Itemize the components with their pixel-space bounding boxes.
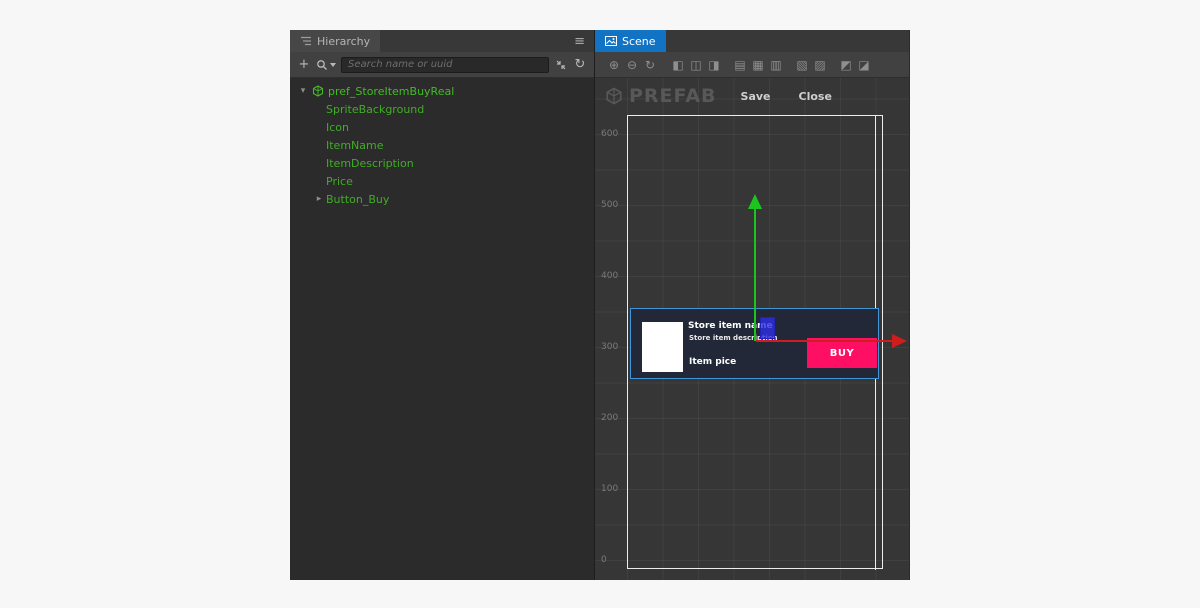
align-vertical-center-icon[interactable]: ▦	[749, 58, 767, 72]
scene-toolbar: ⊕ ⊖ ↻ ◧ ◫ ◨ ▤ ▦ ▥ ▧ ▨ ◩ ◪	[595, 52, 909, 78]
gizmo-x-arrowhead[interactable]	[892, 334, 907, 348]
tree-row-itemname[interactable]: ItemName	[290, 136, 594, 154]
collapse-all-icon[interactable]	[554, 59, 568, 71]
ruler-label: 300	[601, 342, 619, 352]
gizmo-y-arrowhead[interactable]	[748, 194, 762, 209]
hierarchy-tree: ▾ pref_StoreItemBuyReal SpriteBackground…	[290, 78, 594, 580]
hierarchy-panel: Hierarchy ≡ + ↻ ▾	[290, 30, 595, 580]
tree-row-spritebackground[interactable]: SpriteBackground	[290, 100, 594, 118]
ruler-label: 400	[601, 271, 619, 281]
buy-button[interactable]: BUY	[807, 338, 877, 368]
hierarchy-icon	[301, 36, 311, 46]
tree-row-button-buy[interactable]: ▸ Button_Buy	[290, 190, 594, 208]
tree-root-label: pref_StoreItemBuyReal	[328, 84, 455, 98]
tree-node-label: ItemName	[326, 138, 384, 152]
caret-right-icon[interactable]: ▸	[314, 194, 324, 204]
stretch-vertical-icon[interactable]: ◪	[855, 58, 873, 72]
tree-node-label: Price	[326, 174, 353, 188]
scene-tabbar: Scene	[595, 30, 909, 52]
scene-panel: Scene ⊕ ⊖ ↻ ◧ ◫ ◨ ▤ ▦ ▥ ▧ ▨ ◩ ◪ PREFAB S…	[595, 30, 909, 580]
distribute-horizontal-icon[interactable]: ▧	[793, 58, 811, 72]
tree-row-root[interactable]: ▾ pref_StoreItemBuyReal	[290, 82, 594, 100]
collapse-arrows-icon	[556, 60, 566, 69]
hierarchy-toolbar: + ↻	[290, 52, 594, 78]
zoom-out-icon[interactable]: ⊖	[623, 58, 641, 72]
chevron-down-icon	[330, 62, 336, 67]
ruler-label: 100	[601, 484, 619, 494]
create-node-button[interactable]: +	[297, 57, 311, 72]
tree-row-price[interactable]: Price	[290, 172, 594, 190]
hierarchy-tabbar: Hierarchy ≡	[290, 30, 594, 52]
tab-hierarchy[interactable]: Hierarchy	[290, 30, 381, 52]
gizmo-y-axis[interactable]	[754, 209, 756, 341]
reset-view-icon[interactable]: ↻	[641, 58, 659, 72]
distribute-vertical-icon[interactable]: ▨	[811, 58, 829, 72]
tree-row-itemdescription[interactable]: ItemDescription	[290, 154, 594, 172]
align-right-icon[interactable]: ◨	[705, 58, 723, 72]
tree-node-label: SpriteBackground	[326, 102, 425, 116]
tree-node-label: Icon	[326, 120, 349, 134]
gizmo-origin-handle[interactable]	[760, 317, 775, 339]
prefab-icon	[312, 85, 324, 97]
gizmo-x-axis[interactable]	[756, 340, 892, 342]
close-button[interactable]: Close	[793, 89, 838, 104]
tree-node-label: ItemDescription	[326, 156, 414, 170]
tree-row-icon[interactable]: Icon	[290, 118, 594, 136]
tree-node-label: Button_Buy	[326, 192, 390, 206]
prefab-mode-header: PREFAB Save Close	[605, 85, 838, 107]
ruler-label: 0	[601, 555, 607, 565]
align-bottom-icon[interactable]: ▥	[767, 58, 785, 72]
panel-menu-icon[interactable]: ≡	[565, 30, 594, 52]
tab-scene[interactable]: Scene	[595, 30, 666, 52]
search-icon	[317, 59, 327, 70]
item-price-text: Item pice	[689, 357, 737, 367]
ruler-label: 200	[601, 413, 619, 423]
editor-window: Hierarchy ≡ + ↻ ▾	[290, 30, 910, 580]
ruler-label: 600	[601, 129, 619, 139]
caret-down-icon[interactable]: ▾	[298, 86, 308, 96]
scene-canvas[interactable]: PREFAB Save Close 600 500 400 300 200 10…	[595, 78, 909, 580]
ruler-label: 500	[601, 200, 619, 210]
zoom-in-icon[interactable]: ⊕	[605, 58, 623, 72]
tab-scene-label: Scene	[622, 34, 656, 48]
save-button[interactable]: Save	[735, 89, 777, 104]
refresh-icon[interactable]: ↻	[573, 57, 587, 72]
item-icon-placeholder	[642, 322, 683, 372]
align-horizontal-center-icon[interactable]: ◫	[687, 58, 705, 72]
align-left-icon[interactable]: ◧	[669, 58, 687, 72]
align-top-icon[interactable]: ▤	[731, 58, 749, 72]
prefab-badge-icon	[606, 87, 622, 105]
stretch-horizontal-icon[interactable]: ◩	[837, 58, 855, 72]
tab-hierarchy-label: Hierarchy	[317, 34, 371, 48]
scene-icon	[605, 36, 617, 46]
search-input[interactable]	[341, 56, 549, 73]
search-filter-button[interactable]	[316, 59, 336, 71]
prefab-mode-label: PREFAB	[629, 85, 717, 107]
